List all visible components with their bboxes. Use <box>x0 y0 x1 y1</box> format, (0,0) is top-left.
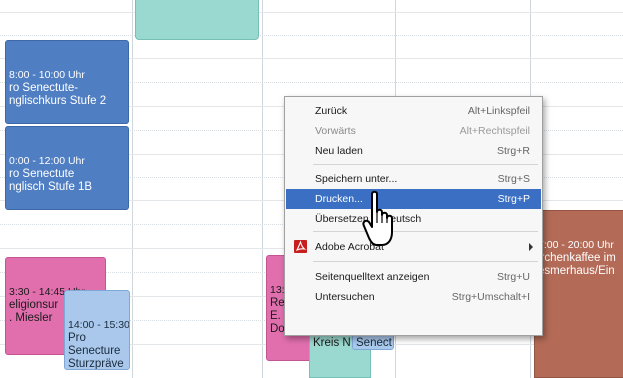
menu-item-label: Speichern unter... <box>315 173 398 185</box>
menu-item-inspect[interactable]: Untersuchen Strg+Umschalt+I <box>286 287 541 307</box>
menu-item-shortcut: Strg+P <box>497 193 530 205</box>
menu-item-label: Vorwärts <box>315 125 356 137</box>
event-title: ro Senectute- nglischkurs Stufe 2 <box>9 82 107 107</box>
menu-item-back[interactable]: Zurück Alt+Linkspfeil <box>286 101 541 121</box>
menu-item-adobe-acrobat[interactable]: Adobe Acrobat <box>286 237 541 257</box>
context-menu: Zurück Alt+Linkspfeil Vorwärts Alt+Recht… <box>284 96 543 336</box>
menu-item-shortcut: Strg+Umschalt+I <box>451 291 530 303</box>
hour-line <box>0 12 623 13</box>
calendar-event[interactable]: 7:00 - 20:00 Uhr irchenkaffee im esmerhau… <box>534 210 623 378</box>
menu-separator <box>313 164 538 165</box>
menu-item-shortcut: Strg+U <box>497 271 530 283</box>
event-time: 8:00 - 10:00 Uhr <box>9 69 85 81</box>
mouse-pointer-icon <box>362 190 393 246</box>
event-title: Pro Senecture Sturzpräve <box>68 332 124 370</box>
calendar-event[interactable]: 8:00 - 10:00 Uhr ro Senectute- nglischkur… <box>5 40 129 124</box>
event-time: 0:00 - 12:00 Uhr <box>9 155 85 167</box>
calendar-event[interactable]: 0:00 - 12:00 Uhr ro Senectute nglisch Stu… <box>5 126 129 210</box>
submenu-arrow-icon <box>529 243 533 251</box>
menu-item-shortcut: Alt+Linkspfeil <box>467 105 530 117</box>
menu-item-label: Neu laden <box>315 145 363 157</box>
day-column-divider <box>132 0 133 378</box>
menu-item-translate[interactable]: Übersetzen in Deutsch <box>286 209 541 229</box>
menu-item-shortcut: Strg+S <box>497 173 530 185</box>
menu-item-label: Untersuchen <box>315 291 375 303</box>
calendar-event[interactable]: 14:00 - 15:30 Pro Senecture Sturzpräve <box>64 290 130 370</box>
event-time: 7:00 - 20:00 Uhr <box>538 239 614 251</box>
menu-separator <box>313 261 538 262</box>
menu-item-save-as[interactable]: Speichern unter... Strg+S <box>286 169 541 189</box>
day-column-divider <box>262 0 263 378</box>
adobe-acrobat-icon <box>294 240 307 253</box>
event-title: irchenkaffee im esmerhaus/Ein <box>538 252 616 277</box>
menu-item-forward: Vorwärts Alt+Rechtspfeil <box>286 121 541 141</box>
menu-item-view-source[interactable]: Seitenquelltext anzeigen Strg+U <box>286 267 541 287</box>
menu-item-label: Seitenquelltext anzeigen <box>315 271 430 283</box>
menu-item-shortcut: Strg+R <box>497 145 530 157</box>
event-title: ro Senectute nglisch Stufe 1B <box>9 168 93 193</box>
event-title: eligionsur . Miesler <box>9 299 59 324</box>
menu-item-label: Drucken... <box>315 193 363 205</box>
menu-item-print[interactable]: Drucken... Strg+P <box>286 189 541 209</box>
menu-separator <box>313 231 538 232</box>
menu-item-label: Zurück <box>315 105 348 117</box>
menu-item-shortcut: Alt+Rechtspfeil <box>459 125 530 137</box>
menu-item-reload[interactable]: Neu laden Strg+R <box>286 141 541 161</box>
event-time: 14:00 - 15:30 <box>68 319 130 331</box>
calendar-event[interactable] <box>135 0 259 40</box>
half-hour-line <box>0 35 623 36</box>
